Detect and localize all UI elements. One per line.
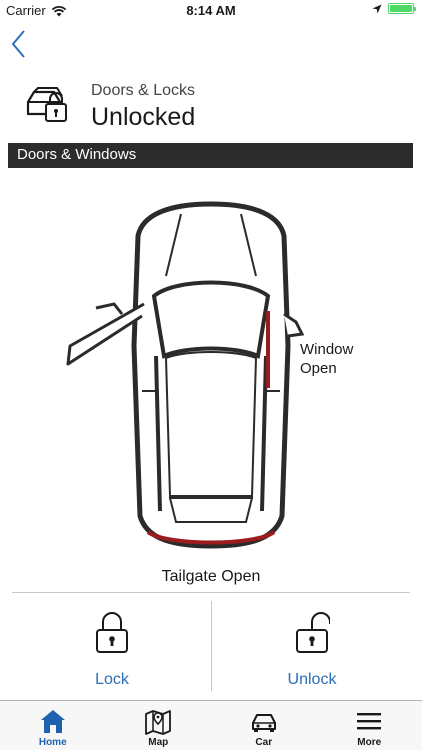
tab-map[interactable]: Map <box>106 701 212 750</box>
window-open-label: Window Open <box>300 340 353 378</box>
lock-label: Lock <box>95 671 129 688</box>
tailgate-open-label: Tailgate Open <box>161 568 261 585</box>
battery-icon <box>388 3 416 14</box>
horizontal-divider <box>12 592 410 593</box>
lock-closed-icon <box>96 612 128 653</box>
windshield <box>151 280 271 359</box>
rear-window <box>168 497 254 523</box>
car-lock-icon <box>26 87 67 122</box>
tab-label-more: More <box>357 737 382 748</box>
battery-tip <box>414 7 416 11</box>
tab-label-map: Map <box>148 737 169 748</box>
status-time: 8:14 AM <box>186 3 236 18</box>
tab-home[interactable]: Home <box>0 701 106 750</box>
lock-status-title: Unlocked <box>91 103 196 131</box>
car-icon <box>251 714 276 732</box>
tab-label-home: Home <box>38 737 67 748</box>
door-handle <box>95 302 124 315</box>
tab-more[interactable]: More <box>317 701 422 750</box>
back-button[interactable] <box>8 28 32 60</box>
tab-bar: Home Map Car More <box>0 700 422 750</box>
status-right <box>372 3 416 14</box>
location-arrow-icon <box>372 4 382 13</box>
window-status-text: Window Open <box>300 341 354 377</box>
lock-button[interactable]: Lock <box>12 598 212 693</box>
roof <box>164 351 258 497</box>
battery-fill <box>390 5 412 12</box>
section-header-doors-windows: Doors & Windows <box>8 143 413 168</box>
unlock-button[interactable]: Unlock <box>212 598 412 693</box>
menu-icon <box>357 713 382 730</box>
chevron-left-icon <box>11 30 25 58</box>
lock-open-icon <box>296 612 330 653</box>
unlock-label: Unlock <box>287 671 337 688</box>
home-icon <box>40 710 65 733</box>
map-icon <box>145 710 172 735</box>
status-bar: Carrier 8:14 AM <box>0 0 422 22</box>
tab-label-car: Car <box>255 737 273 748</box>
tab-car[interactable]: Car <box>211 701 317 750</box>
header-subtitle: Doors & Locks <box>91 82 196 99</box>
